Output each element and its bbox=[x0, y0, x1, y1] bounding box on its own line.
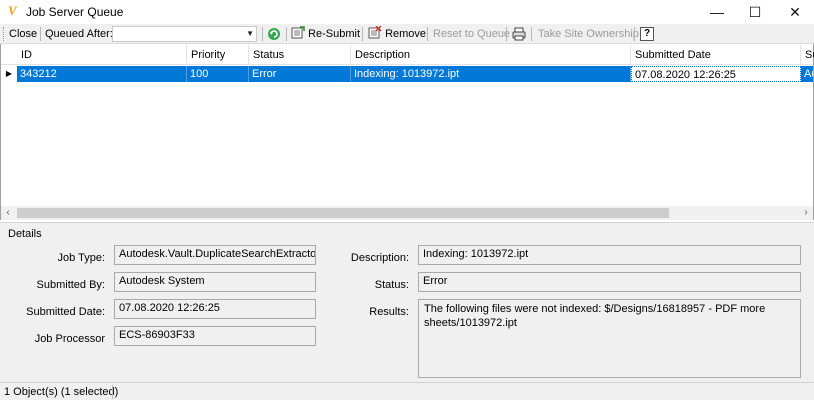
submitted-date-field[interactable]: 07.08.2020 12:26:25 bbox=[114, 299, 316, 319]
column-header-submitted-date[interactable]: Submitted Date bbox=[631, 45, 801, 65]
scrollbar-thumb[interactable] bbox=[17, 208, 669, 218]
horizontal-scrollbar[interactable]: ‹ › bbox=[1, 206, 813, 220]
cell-priority[interactable]: 100 bbox=[187, 66, 249, 82]
scroll-left-icon[interactable]: ‹ bbox=[1, 206, 15, 220]
resubmit-label: Re-Submit bbox=[308, 28, 361, 40]
vault-app-icon: V bbox=[8, 3, 17, 18]
job-processor-field[interactable]: ECS-86903F33 bbox=[114, 326, 316, 346]
toolbar-separator bbox=[262, 27, 263, 41]
remove-label: Remove bbox=[385, 28, 427, 40]
reset-to-queue-button[interactable]: Reset to Queue bbox=[433, 26, 510, 42]
status-bar: 1 Object(s) (1 selected) bbox=[0, 382, 814, 400]
cell-submitted-date[interactable]: 07.08.2020 12:26:25 bbox=[631, 66, 801, 82]
refresh-icon[interactable] bbox=[267, 27, 281, 41]
column-header-priority[interactable]: Priority bbox=[187, 45, 249, 65]
toolbar-separator bbox=[506, 27, 507, 41]
status-field[interactable]: Error bbox=[418, 272, 801, 292]
toolbar-separator bbox=[531, 27, 532, 41]
details-panel: Details Job Type: Autodesk.Vault.Duplica… bbox=[0, 222, 814, 382]
toolbar-separator bbox=[286, 27, 287, 41]
cell-description[interactable]: Indexing: 1013972.ipt bbox=[351, 66, 631, 82]
column-header-submitted-by[interactable]: Su bbox=[801, 45, 814, 65]
window-title: Job Server Queue bbox=[26, 5, 124, 19]
resubmit-button[interactable]: Re-Submit bbox=[291, 26, 360, 42]
toolbar: Close Queued After: ▼ Re-Submit Remove R… bbox=[0, 24, 814, 44]
resubmit-icon bbox=[291, 26, 305, 39]
status-bar-separator bbox=[112, 385, 113, 399]
submitted-by-field[interactable]: Autodesk System bbox=[114, 272, 316, 292]
submitted-by-label: Submitted By: bbox=[36, 279, 105, 291]
description-field[interactable]: Indexing: 1013972.ipt bbox=[418, 245, 801, 265]
scroll-right-icon[interactable]: › bbox=[799, 206, 813, 220]
title-bar: V Job Server Queue — ☐ ✕ bbox=[0, 0, 814, 24]
cell-status[interactable]: Error bbox=[249, 66, 351, 82]
toolbar-grip[interactable] bbox=[3, 27, 5, 41]
status-label: Status: bbox=[374, 279, 409, 291]
job-type-field[interactable]: Autodesk.Vault.DuplicateSearchExtractor bbox=[114, 245, 316, 265]
status-bar-text: 1 Object(s) (1 selected) bbox=[4, 386, 119, 398]
print-icon[interactable] bbox=[512, 27, 526, 41]
column-header-id[interactable]: ID bbox=[17, 45, 187, 65]
close-button[interactable]: Close bbox=[9, 26, 37, 42]
remove-button[interactable]: Remove bbox=[368, 25, 427, 42]
column-header-description[interactable]: Description bbox=[351, 45, 631, 65]
chevron-down-icon: ▼ bbox=[246, 29, 254, 38]
job-type-label: Job Type: bbox=[57, 252, 106, 264]
close-window-button[interactable]: ✕ bbox=[772, 0, 814, 24]
queued-after-label: Queued After: bbox=[45, 28, 113, 40]
help-button[interactable]: ? bbox=[640, 27, 654, 41]
toolbar-separator bbox=[634, 27, 635, 41]
results-field[interactable]: The following files were not indexed: $/… bbox=[418, 299, 801, 378]
cell-id[interactable]: 343212 bbox=[17, 66, 187, 82]
description-label: Description: bbox=[350, 252, 409, 264]
table-row[interactable]: ▶ 343212 100 Error Indexing: 1013972.ipt… bbox=[1, 66, 813, 82]
results-label: Results: bbox=[369, 306, 409, 318]
job-processor-label: Job Processor bbox=[34, 333, 105, 345]
toolbar-separator bbox=[427, 27, 428, 41]
queued-after-select[interactable]: ▼ bbox=[112, 26, 257, 42]
job-queue-grid: ID Priority Status Description Submitted… bbox=[0, 44, 814, 220]
take-site-ownership-button[interactable]: Take Site Ownership bbox=[538, 26, 639, 42]
remove-icon bbox=[368, 25, 382, 39]
column-header-status[interactable]: Status bbox=[249, 45, 351, 65]
toolbar-separator bbox=[362, 27, 363, 41]
details-heading: Details bbox=[8, 228, 42, 240]
submitted-date-label: Submitted Date: bbox=[26, 306, 105, 318]
cell-submitted-by[interactable]: Au bbox=[801, 66, 813, 82]
grid-header: ID Priority Status Description Submitted… bbox=[1, 45, 814, 65]
toolbar-separator bbox=[40, 27, 41, 41]
row-indicator-icon: ▶ bbox=[5, 69, 13, 78]
